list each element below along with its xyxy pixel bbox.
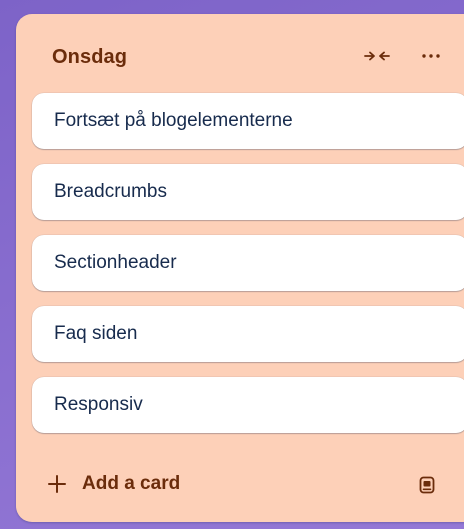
list-header: Onsdag [16, 14, 464, 90]
card[interactable]: Faq siden [32, 306, 464, 362]
collapse-list-button[interactable] [360, 42, 394, 70]
card-title: Faq siden [54, 323, 138, 344]
more-dots-icon [422, 54, 440, 58]
plus-icon [48, 475, 66, 493]
add-card-button[interactable]: Add a card [32, 462, 402, 506]
card-title: Fortsæt på blogelementerne [54, 110, 293, 131]
card-list: Fortsæt på blogelementerne Breadcrumbs S… [32, 93, 464, 448]
card[interactable]: Sectionheader [32, 235, 464, 291]
card-title: Breadcrumbs [54, 181, 167, 202]
card-template-icon [419, 476, 435, 494]
card[interactable]: Breadcrumbs [32, 164, 464, 220]
add-card-label: Add a card [82, 473, 181, 494]
card[interactable]: Fortsæt på blogelementerne [32, 93, 464, 149]
list-title[interactable]: Onsdag [52, 46, 127, 69]
card-title: Sectionheader [54, 252, 177, 273]
list-onsdag: Onsdag Fortsæt på blogelementerne Breadc… [16, 14, 464, 522]
card[interactable]: Responsiv [32, 377, 464, 433]
collapse-arrows-icon [364, 51, 390, 61]
list-actions-button[interactable] [414, 42, 448, 70]
create-from-template-button[interactable] [412, 470, 442, 500]
card-title: Responsiv [54, 394, 143, 415]
